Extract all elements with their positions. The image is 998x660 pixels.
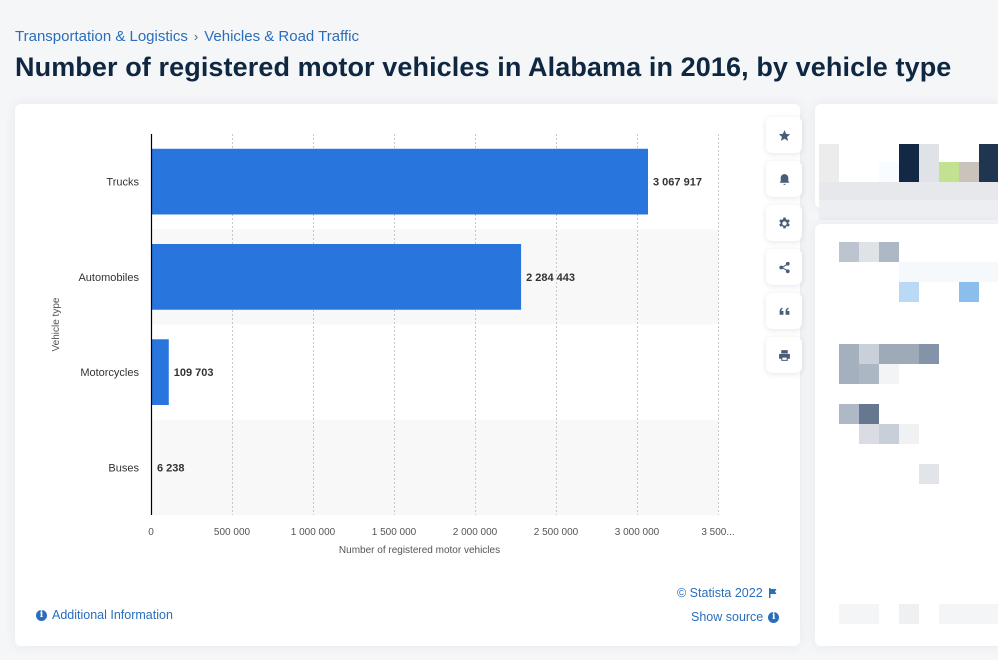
blurred-content <box>879 364 899 384</box>
show-source-link[interactable]: Show source i <box>691 610 780 624</box>
info-icon: i <box>36 609 47 621</box>
x-tick-label: 3 500... <box>701 527 734 538</box>
print-button[interactable] <box>766 337 802 373</box>
blurred-content <box>959 282 979 302</box>
chart-card: Trucks Automobiles Motorcycles Buses 3 067 … <box>15 104 802 646</box>
blurred-content <box>859 344 879 364</box>
x-tick-label: 500 000 <box>214 527 251 538</box>
star-icon <box>778 129 790 141</box>
blurred-content <box>939 604 998 624</box>
blurred-content <box>819 144 839 182</box>
value-label: 3 067 917 <box>653 177 702 189</box>
blurred-content <box>959 162 979 182</box>
x-axis-title: Number of registered motor vehicles <box>339 545 500 556</box>
blurred-content <box>919 344 939 364</box>
breadcrumb-separator: › <box>193 29 199 44</box>
copyright-text: © Statista 2022 <box>677 586 763 600</box>
blurred-content <box>879 242 899 262</box>
bar-trucks <box>151 148 649 215</box>
flag-icon <box>768 588 777 598</box>
category-label: Automobiles <box>78 272 139 284</box>
share-icon <box>778 261 790 273</box>
blurred-content <box>879 344 919 364</box>
x-tick-label: 2 000 000 <box>453 527 498 538</box>
blurred-content <box>859 404 879 424</box>
breadcrumb-item-vehicles[interactable]: Vehicles & Road Traffic <box>204 28 359 45</box>
additional-information-link[interactable]: i Additional Information <box>36 608 173 622</box>
blurred-content <box>899 604 919 624</box>
blurred-content <box>939 162 959 182</box>
blurred-content <box>819 182 998 200</box>
blurred-content <box>899 262 998 282</box>
blurred-content <box>839 604 879 624</box>
cite-button[interactable] <box>766 293 802 329</box>
x-tick-label: 1 000 000 <box>291 527 336 538</box>
bell-icon <box>779 173 789 185</box>
side-panel-top <box>815 104 998 208</box>
show-source-text: Show source <box>691 610 764 624</box>
bar-chart: Trucks Automobiles Motorcycles Buses 3 067 … <box>51 134 735 556</box>
additional-information-text: Additional Information <box>52 608 173 622</box>
blurred-content <box>879 162 899 182</box>
blurred-content <box>859 242 879 262</box>
side-panel-bottom <box>815 224 998 646</box>
category-label: Trucks <box>106 177 139 189</box>
blurred-content <box>839 242 859 262</box>
row-band <box>151 419 718 515</box>
blurred-content <box>899 144 919 182</box>
blurred-strip <box>819 200 998 220</box>
blurred-content <box>919 464 939 484</box>
blurred-content <box>899 424 919 444</box>
page-title: Number of registered motor vehicles in A… <box>15 52 952 82</box>
notification-button[interactable] <box>766 161 802 197</box>
category-label: Buses <box>108 462 139 474</box>
blurred-content <box>859 364 879 384</box>
x-tick-label: 1 500 000 <box>372 527 417 538</box>
info-icon: i <box>768 611 780 623</box>
bar-automobiles <box>151 244 522 310</box>
category-label: Motorcycles <box>80 367 139 379</box>
favorite-button[interactable] <box>766 117 802 153</box>
y-axis-title: Vehicle type <box>51 297 62 351</box>
share-button[interactable] <box>766 249 802 285</box>
x-tick-label: 2 500 000 <box>534 527 579 538</box>
bar-motorcycles <box>151 339 169 405</box>
breadcrumb-item-transportation[interactable]: Transportation & Logistics <box>15 28 188 45</box>
blurred-content <box>979 144 998 182</box>
print-icon <box>778 349 790 361</box>
quote-icon <box>779 307 789 315</box>
blurred-content <box>899 282 919 302</box>
copyright-link[interactable]: © Statista 2022 <box>677 586 778 600</box>
x-tick-label: 0 <box>148 527 154 538</box>
breadcrumb: Transportation & Logistics › Vehicles & … <box>15 28 359 45</box>
x-tick-label: 3 000 000 <box>615 527 660 538</box>
value-label: 109 703 <box>174 367 214 379</box>
value-label: 6 238 <box>157 462 185 474</box>
value-label: 2 284 443 <box>526 272 575 284</box>
blurred-content <box>919 144 939 182</box>
blurred-content <box>879 424 899 444</box>
gear-icon <box>778 217 790 228</box>
blurred-content <box>839 344 859 384</box>
blurred-content <box>859 424 879 444</box>
blurred-content <box>839 404 859 424</box>
settings-button[interactable] <box>766 205 802 241</box>
